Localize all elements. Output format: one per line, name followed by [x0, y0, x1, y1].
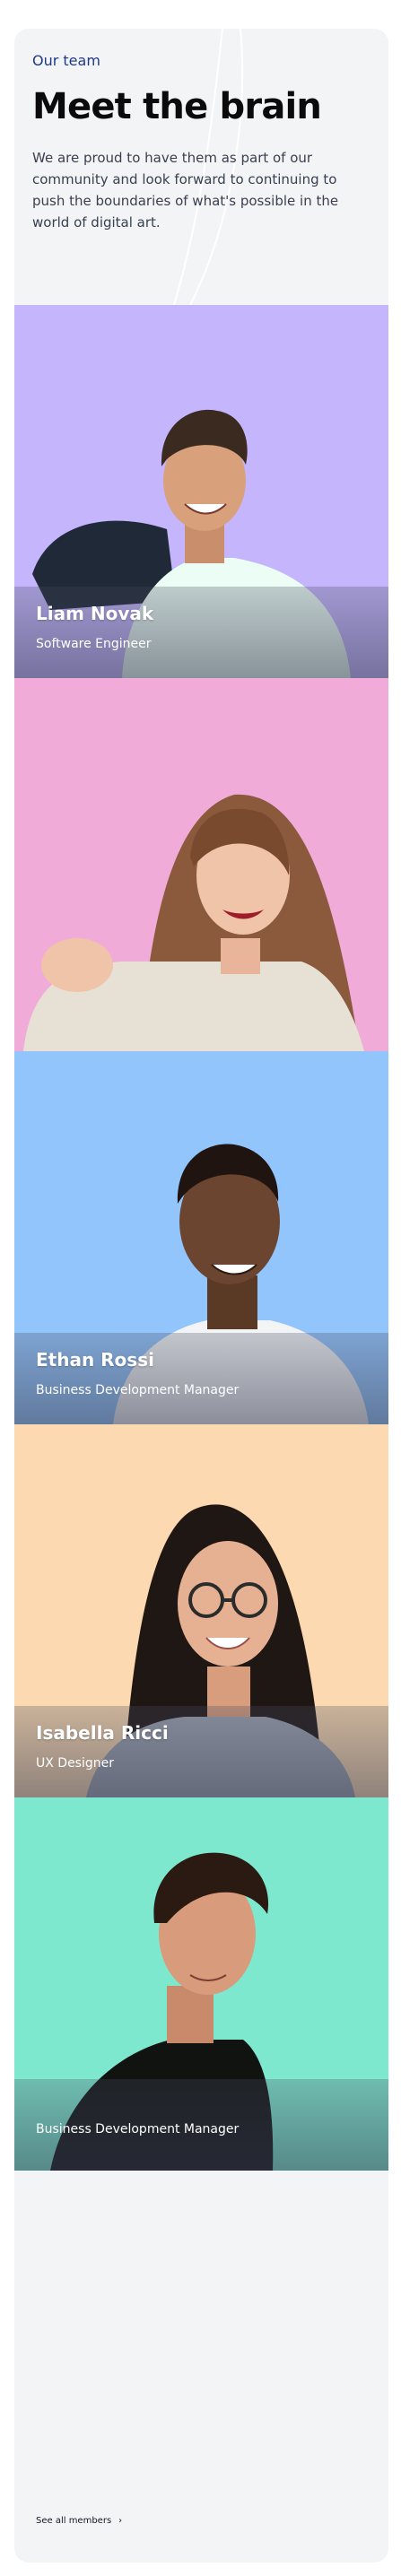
team-member-card[interactable] [14, 678, 388, 1051]
member-photo [14, 678, 388, 1051]
member-caption-overlay [14, 587, 388, 678]
member-caption-overlay [14, 1706, 388, 1797]
member-caption-overlay [14, 1333, 388, 1424]
team-member-card[interactable]: Ethan Rossi Business Development Manager [14, 1051, 388, 1424]
member-role: Business Development Manager [36, 2122, 240, 2137]
member-name: Isabella Ricci [36, 1722, 169, 1744]
member-role: Business Development Manager [36, 1383, 240, 1397]
section-title: Meet the brain [32, 86, 322, 127]
member-name: Ethan Rossi [36, 1349, 154, 1371]
team-member-card[interactable]: Liam Novak Software Engineer [14, 305, 388, 678]
section-description: We are proud to have them as part of our… [32, 150, 339, 231]
member-name: Liam Novak [36, 603, 154, 624]
arrow-right-icon: › [118, 2516, 123, 2526]
member-role: UX Designer [36, 1756, 114, 1771]
team-intro: Our team Meet the brain We are proud to … [14, 29, 388, 305]
team-member-card[interactable]: Isabella Ricci UX Designer [14, 1424, 388, 1797]
see-all-members-label: See all members [36, 2516, 112, 2526]
team-member-card[interactable]: Business Development Manager [14, 1797, 388, 2171]
team-card: Our team Meet the brain We are proud to … [14, 29, 388, 2563]
section-eyebrow: Our team [32, 52, 100, 69]
see-all-members-link[interactable]: See all members › [36, 2516, 122, 2526]
member-role: Software Engineer [36, 637, 152, 651]
